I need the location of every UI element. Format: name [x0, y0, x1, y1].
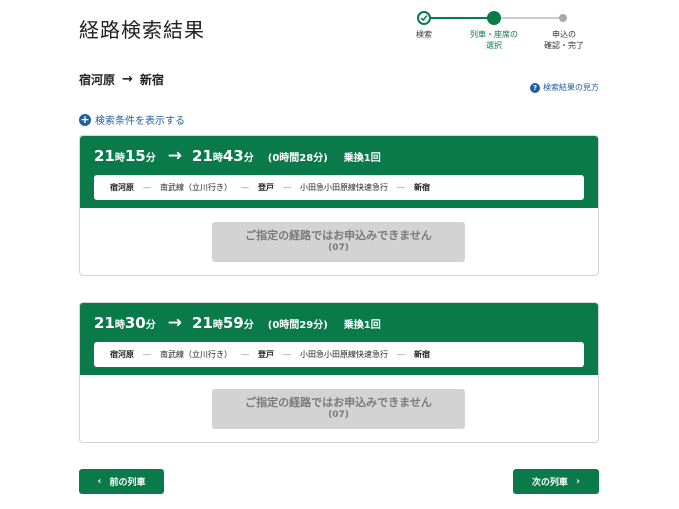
stepper-line-done [424, 17, 494, 19]
segment-dash: ― [143, 350, 151, 359]
arrow-right-icon: → [167, 313, 182, 333]
segment-station: 新宿 [414, 183, 430, 192]
minute-unit: 分 [243, 320, 254, 331]
error-code: (07) [328, 243, 349, 253]
show-conditions-link[interactable]: + 検索条件を表示する [79, 112, 185, 127]
segment-dash: ― [283, 183, 291, 192]
hour-unit: 時 [212, 320, 223, 331]
next-train-label: 次の列車 [531, 478, 568, 488]
page-title: 経路検索結果 [79, 18, 205, 42]
segment-dash: ― [241, 350, 249, 359]
chevron-left-icon: ‹ [97, 476, 102, 487]
route-summary: 宿河原 → 新宿 [79, 71, 164, 88]
prev-train-label: 前の列車 [109, 478, 146, 488]
segment-dash: ― [397, 350, 405, 359]
transfer-count: 乗換1回 [343, 320, 381, 331]
arrow-right-icon: → [167, 146, 182, 166]
step-label-confirm: 申込の 確認・完了 [544, 30, 584, 50]
unavailable-notice: ご指定の経路ではお申込みできません (07) [212, 222, 465, 262]
arrival-hour: 21 [192, 314, 213, 332]
arrival-hour: 21 [192, 147, 213, 165]
minute-unit: 分 [243, 153, 254, 164]
next-train-button[interactable]: 次の列車 › [513, 469, 599, 494]
segment-line: 小田急小田原線快速急行 [300, 183, 388, 192]
route-segments: 宿河原 ― 南武線（立川行き） ― 登戸 ― 小田急小田原線快速急行 ― 新宿 [94, 175, 584, 200]
route-arrow: → [122, 72, 133, 87]
route-to: 新宿 [139, 73, 164, 87]
duration: (0時間28分) [267, 153, 328, 164]
segment-dash: ― [397, 183, 405, 192]
duration: (0時間29分) [267, 320, 328, 331]
prev-train-button[interactable]: ‹ 前の列車 [79, 469, 164, 494]
hour-unit: 時 [114, 320, 125, 331]
plus-circle-icon: + [79, 112, 91, 126]
result-card-body: ご指定の経路ではお申込みできません (07) [80, 375, 598, 442]
segment-line: 南武線（立川行き） [160, 350, 232, 359]
time-summary: 21 時 30 分 → 21 時 59 分 (0時間29分) 乗換1回 [94, 313, 381, 333]
step-label-search: 検索 [416, 30, 432, 39]
result-card: 21 時 30 分 → 21 時 59 分 (0時間29分) 乗換1回 宿河原 … [79, 302, 599, 443]
result-card-header: 21 時 15 分 → 21 時 43 分 (0時間28分) 乗換1回 宿河原 … [80, 136, 598, 208]
departure-hour: 21 [94, 147, 115, 165]
stepper-line-todo [494, 17, 564, 19]
departure-hour: 21 [94, 314, 115, 332]
segment-station: 登戸 [258, 183, 274, 192]
route-segments: 宿河原 ― 南武線（立川行き） ― 登戸 ― 小田急小田原線快速急行 ― 新宿 [94, 342, 584, 367]
segment-station: 新宿 [414, 350, 430, 359]
result-card-header: 21 時 30 分 → 21 時 59 分 (0時間29分) 乗換1回 宿河原 … [80, 303, 598, 375]
result-card: 21 時 15 分 → 21 時 43 分 (0時間28分) 乗換1回 宿河原 … [79, 135, 599, 276]
route-from: 宿河原 [79, 73, 116, 87]
segment-station: 宿河原 [110, 183, 134, 192]
step-label-select: 列車・座席の 選択 [470, 30, 518, 50]
unavailable-message: ご指定の経路ではお申込みできません [245, 229, 432, 242]
departure-minute: 30 [124, 314, 146, 332]
result-card-body: ご指定の経路ではお申込みできません (07) [80, 208, 598, 275]
hour-unit: 時 [212, 153, 223, 164]
progress-stepper: 検索 列車・座席の 選択 申込の 確認・完了 [408, 8, 600, 52]
time-summary: 21 時 15 分 → 21 時 43 分 (0時間28分) 乗換1回 [94, 146, 381, 166]
segment-dash: ― [283, 350, 291, 359]
segment-dash: ― [143, 183, 151, 192]
segment-dash: ― [241, 183, 249, 192]
segment-station: 登戸 [258, 350, 274, 359]
check-icon [417, 11, 431, 25]
hour-unit: 時 [114, 153, 125, 164]
segment-line: 南武線（立川行き） [160, 183, 232, 192]
chevron-right-icon: › [575, 476, 581, 487]
show-conditions-label: 検索条件を表示する [95, 116, 185, 127]
unavailable-message: ご指定の経路ではお申込みできません [245, 396, 432, 409]
help-link-label: 検索結果の見方 [543, 83, 599, 92]
error-code: (07) [328, 410, 349, 420]
minute-unit: 分 [145, 153, 156, 164]
unavailable-notice: ご指定の経路ではお申込みできません (07) [212, 389, 465, 429]
step-todo-dot [559, 14, 567, 22]
segment-line: 小田急小田原線快速急行 [300, 350, 388, 359]
departure-minute: 15 [124, 147, 146, 165]
step-current-dot [487, 11, 501, 25]
minute-unit: 分 [145, 320, 156, 331]
help-link[interactable]: ? 検索結果の見方 [530, 82, 599, 93]
question-icon: ? [530, 82, 540, 93]
arrival-minute: 43 [222, 147, 244, 165]
transfer-count: 乗換1回 [343, 153, 381, 164]
arrival-minute: 59 [222, 314, 244, 332]
segment-station: 宿河原 [110, 350, 134, 359]
